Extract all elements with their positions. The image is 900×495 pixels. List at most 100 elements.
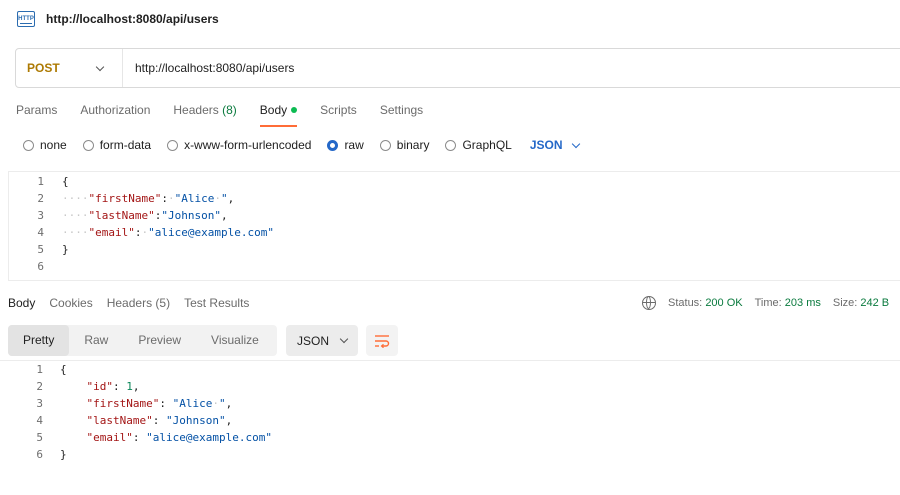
wrap-lines-button[interactable]: [366, 325, 398, 356]
size-label: Size:: [832, 297, 858, 309]
time-label: Time:: [754, 297, 782, 309]
headers-count: (8): [222, 103, 237, 117]
status-value[interactable]: 200 OK: [705, 297, 742, 309]
radio-x-www-form-urlencoded[interactable]: x-www-form-urlencoded: [167, 138, 311, 152]
code-line: 5}: [9, 241, 889, 258]
chevron-down-icon: [571, 139, 580, 148]
body-format-select[interactable]: JSON: [529, 138, 580, 152]
response-format-select[interactable]: JSON: [286, 325, 358, 356]
line-number: 6: [37, 260, 44, 273]
wrap-lines-icon: [375, 334, 390, 348]
line-number: 5: [37, 243, 44, 256]
size-value[interactable]: 242 B: [860, 297, 889, 309]
radio-form-data[interactable]: form-data: [82, 138, 151, 152]
code-line: 2 "id": 1,: [0, 378, 880, 395]
response-tab-test-results[interactable]: Test Results: [184, 296, 249, 310]
request-title-bar: HTTP http://localhost:8080/api/users: [0, 0, 900, 38]
tab-settings[interactable]: Settings: [380, 99, 423, 127]
code-text: ····"email":·"alice@example.com": [62, 226, 274, 239]
tab-headers-label: Headers: [173, 103, 219, 117]
code-text: ····"lastName":"Johnson",: [62, 209, 228, 222]
body-type-selector: none form-data x-www-form-urlencoded raw…: [23, 136, 580, 154]
tab-params-label: Params: [16, 103, 58, 117]
code-line: 6}: [0, 446, 880, 463]
radio-circle-icon: [167, 139, 179, 151]
radio-selected-icon: [327, 139, 339, 151]
tab-settings-label: Settings: [379, 103, 424, 117]
radio-none-label: none: [40, 138, 67, 152]
view-tab-visualize[interactable]: Visualize: [196, 325, 274, 356]
code-line: 5 "email": "alice@example.com": [0, 429, 880, 446]
radio-circle-icon: [23, 139, 34, 151]
line-number: 3: [37, 209, 44, 222]
code-line: 1{: [9, 173, 889, 190]
response-view-tabs: Pretty Raw Preview Visualize: [8, 325, 277, 356]
code-line: 4 ····"email":·"alice@example.com": [9, 224, 889, 241]
http-icon-text: HTTP: [18, 16, 34, 22]
radio-raw[interactable]: raw: [327, 138, 364, 152]
tab-headers[interactable]: Headers (8): [173, 99, 236, 127]
line-number: 6: [36, 448, 43, 461]
code-line: 3 "firstName": "Alice·",: [0, 395, 880, 412]
code-text: {: [62, 175, 69, 188]
url-bar: POST: [15, 48, 900, 88]
time-value[interactable]: 203 ms: [785, 297, 821, 309]
code-text: }: [62, 243, 69, 256]
body-indicator-dot: [291, 106, 298, 113]
chevron-down-icon: [95, 62, 105, 71]
http-request-icon: HTTP: [17, 11, 35, 27]
tab-authorization[interactable]: Authorization: [80, 99, 150, 127]
code-line: 1{: [0, 361, 880, 378]
code-text: "email": "alice@example.com": [86, 431, 272, 444]
request-tabs: Params Authorization Headers (8) Body Sc…: [16, 99, 446, 127]
line-number: 2: [37, 192, 44, 205]
radio-raw-label: raw: [344, 138, 364, 152]
code-text: }: [60, 448, 67, 461]
request-body-editor[interactable]: 1{ 2 ····"firstName":·"Alice·", 3 ····"las…: [8, 171, 900, 281]
view-tab-pretty[interactable]: Pretty: [8, 325, 70, 356]
line-number: 1: [36, 363, 43, 376]
response-body-viewer[interactable]: 1{ 2 "id": 1, 3 "firstName": "Alice·", 4…: [0, 360, 900, 470]
radio-urlencoded-label: x-www-form-urlencoded: [184, 138, 312, 152]
code-text: {: [60, 363, 67, 376]
code-line: 3 ····"lastName":"Johnson",: [9, 207, 889, 224]
code-line: 6: [9, 258, 889, 275]
line-number: 3: [36, 397, 43, 410]
line-number: 1: [37, 175, 44, 188]
response-tab-headers[interactable]: Headers (5): [107, 296, 170, 310]
code-text: ····"firstName":·"Alice·",: [62, 192, 235, 205]
code-text: "firstName": "Alice·",: [86, 397, 233, 410]
method-select[interactable]: POST: [16, 49, 123, 87]
request-title[interactable]: http://localhost:8080/api/users: [46, 12, 219, 26]
line-number: 5: [36, 431, 43, 444]
tab-params[interactable]: Params: [16, 99, 57, 127]
body-format-label: JSON: [529, 138, 563, 152]
tab-body[interactable]: Body: [259, 99, 298, 127]
radio-binary[interactable]: binary: [379, 138, 430, 152]
radio-binary-label: binary: [396, 138, 430, 152]
radio-graphql[interactable]: GraphQL: [445, 138, 512, 152]
view-tab-raw[interactable]: Raw: [69, 325, 123, 356]
line-number: 2: [36, 380, 43, 393]
radio-none[interactable]: none: [23, 138, 67, 152]
response-status-area: Status: 200 OK Time: 203 ms Size: 242 B: [642, 294, 889, 312]
response-tabs: Body Cookies Headers (5) Test Results: [8, 294, 263, 312]
chevron-down-icon: [339, 334, 349, 344]
code-text: "id": 1,: [86, 380, 140, 393]
code-line: 4 "lastName": "Johnson",: [0, 412, 880, 429]
response-tab-body[interactable]: Body: [8, 296, 35, 310]
status-label: Status:: [668, 297, 703, 309]
method-label: POST: [27, 61, 60, 75]
tab-scripts[interactable]: Scripts: [320, 99, 357, 127]
radio-circle-icon: [82, 139, 94, 151]
radio-circle-icon: [445, 139, 457, 151]
tab-authorization-label: Authorization: [80, 103, 151, 117]
radio-graphql-label: GraphQL: [462, 138, 512, 152]
line-number: 4: [37, 226, 44, 239]
response-tab-cookies[interactable]: Cookies: [49, 296, 92, 310]
view-tab-preview[interactable]: Preview: [123, 325, 196, 356]
url-input[interactable]: [135, 61, 835, 75]
code-text: "lastName": "Johnson",: [86, 414, 233, 427]
line-number: 4: [36, 414, 43, 427]
globe-icon[interactable]: [642, 296, 656, 310]
